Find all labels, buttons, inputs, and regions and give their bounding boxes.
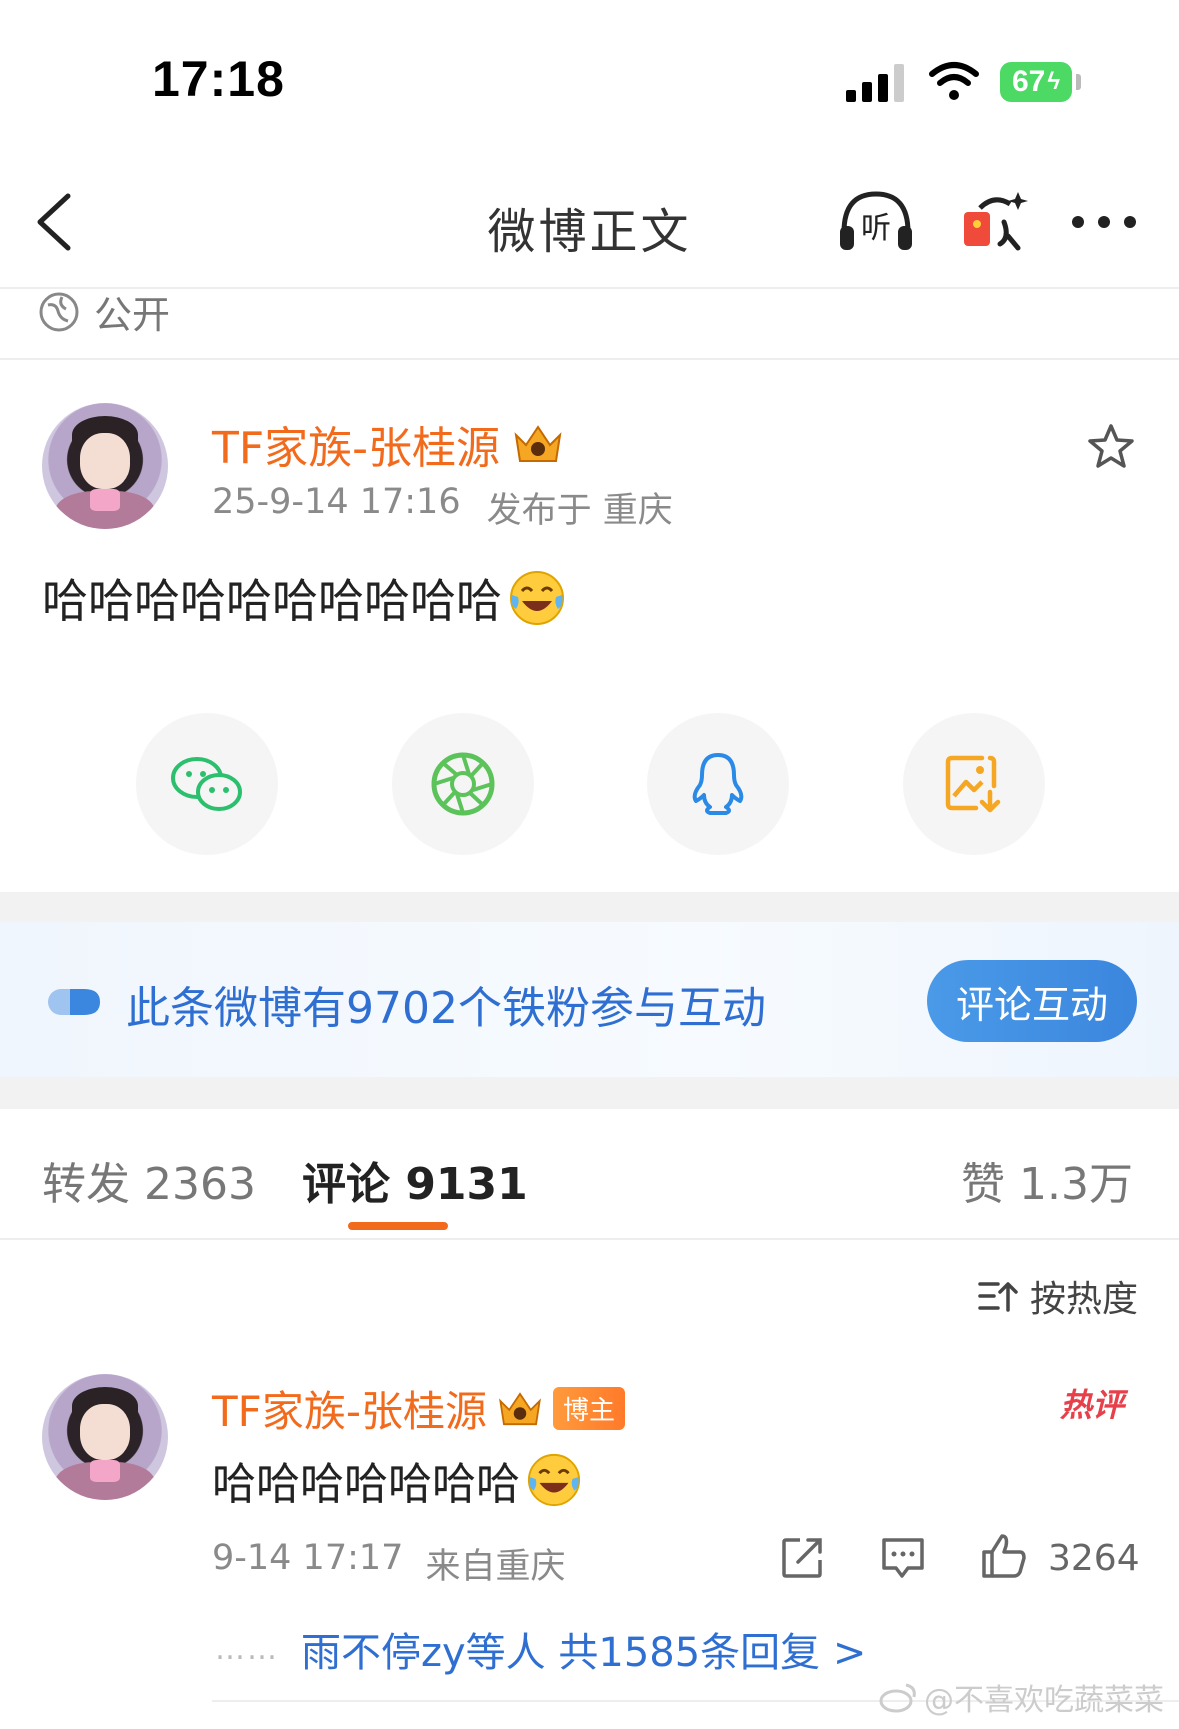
reply-dots: …… <box>215 1631 279 1667</box>
like-thumb-icon[interactable] <box>980 1532 1028 1580</box>
tab-comment[interactable]: 评论 9131 <box>302 1148 528 1212</box>
tab-repost[interactable]: 转发 2363 <box>42 1148 256 1212</box>
weibo-watermark: @不喜欢吃蔬菜菜 <box>878 1675 1164 1719</box>
comment-location: 来自重庆 <box>425 1547 566 1587</box>
author-avatar[interactable] <box>42 403 168 529</box>
reply-icon[interactable] <box>880 1536 926 1580</box>
tab-like[interactable]: 赞 1.3万 <box>961 1148 1133 1212</box>
comment-text: 哈哈哈哈哈哈哈 <box>212 1448 582 1512</box>
svg-text:听: 听 <box>861 211 891 246</box>
fan-interaction-text: 此条微博有9702个铁粉参与互动 <box>126 983 766 1034</box>
weibo-logo-icon <box>879 1683 916 1713</box>
laughing-tears-emoji-icon <box>510 571 564 625</box>
visibility-label: 公开 <box>94 293 171 337</box>
listen-icon[interactable]: 听 <box>836 188 916 254</box>
moments-icon <box>431 752 495 816</box>
laughing-tears-emoji-icon <box>527 1453 581 1507</box>
battery-tip <box>1076 74 1081 90</box>
post-text-content: 哈哈哈哈哈哈哈哈哈哈 <box>42 574 502 628</box>
comment-text-content: 哈哈哈哈哈哈哈 <box>212 1459 520 1510</box>
comment-author[interactable]: TF家族-张桂源 博主 <box>212 1378 625 1439</box>
header-divider <box>0 287 1179 289</box>
sort-label: 按热度 <box>1030 1279 1139 1320</box>
blogger-badge: 博主 <box>552 1387 625 1430</box>
post-date: 25-9-14 17:16 <box>212 482 461 522</box>
view-replies-link[interactable]: …… 雨不停zy等人 共1585条回复 > <box>215 1620 866 1678</box>
comment-meta: 9-14 17:17 来自重庆 <box>212 1538 565 1589</box>
red-packet-search-icon[interactable] <box>960 188 1030 254</box>
status-time: 17:18 <box>152 51 285 107</box>
cellular-signal-icon <box>846 64 906 102</box>
crown-badge-icon <box>514 425 562 462</box>
forward-icon[interactable] <box>780 1536 824 1580</box>
sort-icon <box>978 1282 1018 1312</box>
sort-by-hot-button[interactable]: 按热度 <box>978 1270 1138 1322</box>
battery-indicator: 67 ϟ <box>1000 62 1072 102</box>
crown-badge-icon <box>499 1391 541 1425</box>
save-image-button[interactable] <box>903 713 1045 855</box>
battery-level: 67 <box>1011 65 1046 98</box>
section-separator <box>0 892 1179 922</box>
wechat-icon <box>171 757 242 811</box>
share-moments-button[interactable] <box>392 713 534 855</box>
author-name[interactable]: TF家族-张桂源 <box>212 412 566 476</box>
commenter-avatar[interactable] <box>42 1374 168 1500</box>
share-qq-button[interactable] <box>647 713 789 855</box>
more-options-icon[interactable] <box>1072 216 1136 228</box>
post-location: 发布于 重庆 <box>486 491 673 531</box>
wifi-icon <box>929 62 979 100</box>
charging-icon: ϟ <box>1047 68 1061 95</box>
hot-comment-badge: 热评 <box>1060 1386 1125 1424</box>
divider <box>0 358 1179 360</box>
comment-like-count: 3264 <box>1048 1538 1140 1579</box>
favorite-star-icon[interactable] <box>1086 422 1136 472</box>
share-wechat-button[interactable] <box>136 713 278 855</box>
fan-pill-icon <box>48 989 100 1015</box>
divider <box>0 1238 1179 1240</box>
comment-time: 9-14 17:17 <box>212 1538 404 1578</box>
watermark-text: @不喜欢吃蔬菜菜 <box>924 1683 1164 1718</box>
visibility-row: 公开 <box>38 284 170 339</box>
post-text: 哈哈哈哈哈哈哈哈哈哈 <box>42 565 566 631</box>
comment-interact-button[interactable]: 评论互动 <box>927 960 1137 1042</box>
qq-icon <box>692 753 744 815</box>
section-separator <box>0 1077 1179 1109</box>
comment-author-name: TF家族-张桂源 <box>212 1387 487 1436</box>
active-tab-indicator <box>348 1222 448 1230</box>
globe-icon <box>39 292 79 331</box>
save-image-icon <box>945 755 1001 813</box>
author-name-text: TF家族-张桂源 <box>212 423 501 474</box>
post-meta: 25-9-14 17:16 发布于 重庆 <box>212 482 673 533</box>
reply-summary: 雨不停zy等人 共1585条回复 > <box>301 1630 867 1676</box>
